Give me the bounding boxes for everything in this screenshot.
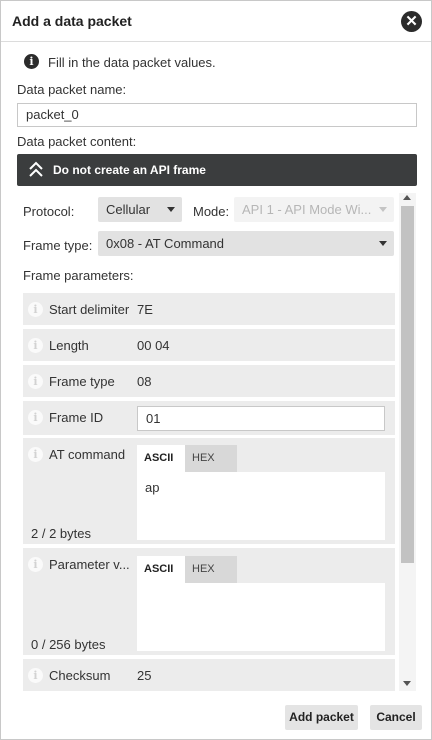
- info-icon[interactable]: i: [28, 668, 43, 683]
- param-row-at-command: i AT command ASCII HEX ap 2 / 2 bytes: [23, 438, 395, 544]
- scroll-up-icon[interactable]: [403, 195, 411, 200]
- param-value: 25: [137, 668, 152, 683]
- protocol-selected-value: Cellular: [106, 202, 151, 217]
- param-label: AT command: [49, 447, 126, 462]
- info-icon[interactable]: i: [28, 557, 43, 572]
- param-label: Frame ID: [49, 410, 104, 425]
- info-icon[interactable]: i: [28, 302, 43, 317]
- frame-id-input[interactable]: 01: [137, 406, 385, 431]
- info-icon[interactable]: i: [28, 410, 43, 425]
- api-frame-toggle-label: Do not create an API frame: [53, 163, 206, 177]
- info-icon[interactable]: i: [28, 447, 43, 462]
- param-value: 08: [137, 374, 152, 389]
- api-frame-toggle-button[interactable]: Do not create an API frame: [17, 154, 417, 186]
- at-command-value: ap: [145, 480, 160, 495]
- frame-type-select[interactable]: 0x08 - AT Command: [98, 231, 394, 256]
- param-row-length: i Length 00 04: [23, 329, 395, 361]
- cancel-button[interactable]: Cancel: [370, 705, 422, 730]
- parameter-value-tab-ascii[interactable]: ASCII: [137, 556, 185, 583]
- packet-name-input[interactable]: packet_0: [17, 103, 417, 127]
- param-label: Length: [49, 338, 89, 353]
- param-value: 7E: [137, 302, 153, 317]
- chevron-down-icon: [379, 241, 387, 246]
- frame-parameters-label: Frame parameters:: [23, 268, 134, 283]
- at-command-byte-count: 2 / 2 bytes: [31, 526, 91, 541]
- close-icon[interactable]: ✕: [401, 11, 422, 32]
- at-command-input[interactable]: ap: [137, 472, 385, 540]
- dialog-title: Add a data packet: [12, 13, 132, 29]
- protocol-label: Protocol:: [23, 204, 75, 219]
- scrollbar-thumb[interactable]: [401, 206, 414, 563]
- param-row-frame-type: i Frame type 08: [23, 365, 395, 397]
- param-label: Checksum: [49, 668, 111, 683]
- info-icon[interactable]: i: [28, 338, 43, 353]
- info-icon: i: [24, 54, 39, 69]
- param-label: Parameter v...: [49, 557, 130, 572]
- at-command-tab-ascii[interactable]: ASCII: [137, 445, 185, 472]
- mode-select: API 1 - API Mode Wi...: [234, 197, 394, 222]
- dialog-title-bar: Add a data packet ✕: [1, 1, 431, 42]
- parameter-value-input[interactable]: [137, 583, 385, 651]
- frame-type-selected-value: 0x08 - AT Command: [106, 236, 225, 251]
- protocol-select[interactable]: Cellular: [98, 197, 182, 222]
- param-value: 00 04: [137, 338, 170, 353]
- packet-content-label: Data packet content:: [17, 134, 137, 149]
- add-data-packet-dialog: Add a data packet ✕ i Fill in the data p…: [0, 0, 432, 740]
- frame-scroll-area[interactable]: Protocol: Cellular Mode: API 1 - API Mod…: [17, 193, 417, 691]
- parameter-value-tab-hex[interactable]: HEX: [185, 556, 237, 583]
- info-text: Fill in the data packet values.: [48, 55, 216, 70]
- info-icon[interactable]: i: [28, 374, 43, 389]
- param-row-frame-id: i Frame ID 01: [23, 401, 395, 435]
- packet-name-label: Data packet name:: [17, 82, 127, 97]
- parameter-value-byte-count: 0 / 256 bytes: [31, 637, 106, 652]
- add-packet-button[interactable]: Add packet: [285, 705, 358, 730]
- vertical-scrollbar[interactable]: [399, 193, 416, 691]
- scroll-down-icon[interactable]: [403, 681, 411, 686]
- param-label: Frame type: [49, 374, 115, 389]
- double-chevron-up-icon: [29, 161, 43, 177]
- frame-type-label: Frame type:: [23, 238, 93, 253]
- chevron-down-icon: [379, 207, 387, 212]
- param-label: Start delimiter: [49, 302, 130, 317]
- at-command-tab-hex[interactable]: HEX: [185, 445, 237, 472]
- chevron-down-icon: [167, 207, 175, 212]
- param-row-start-delimiter: i Start delimiter 7E: [23, 293, 395, 325]
- mode-selected-value: API 1 - API Mode Wi...: [242, 202, 372, 217]
- param-row-parameter-value: i Parameter v... ASCII HEX 0 / 256 bytes: [23, 548, 395, 655]
- param-row-checksum: i Checksum 25: [23, 659, 395, 691]
- mode-label: Mode:: [193, 204, 230, 219]
